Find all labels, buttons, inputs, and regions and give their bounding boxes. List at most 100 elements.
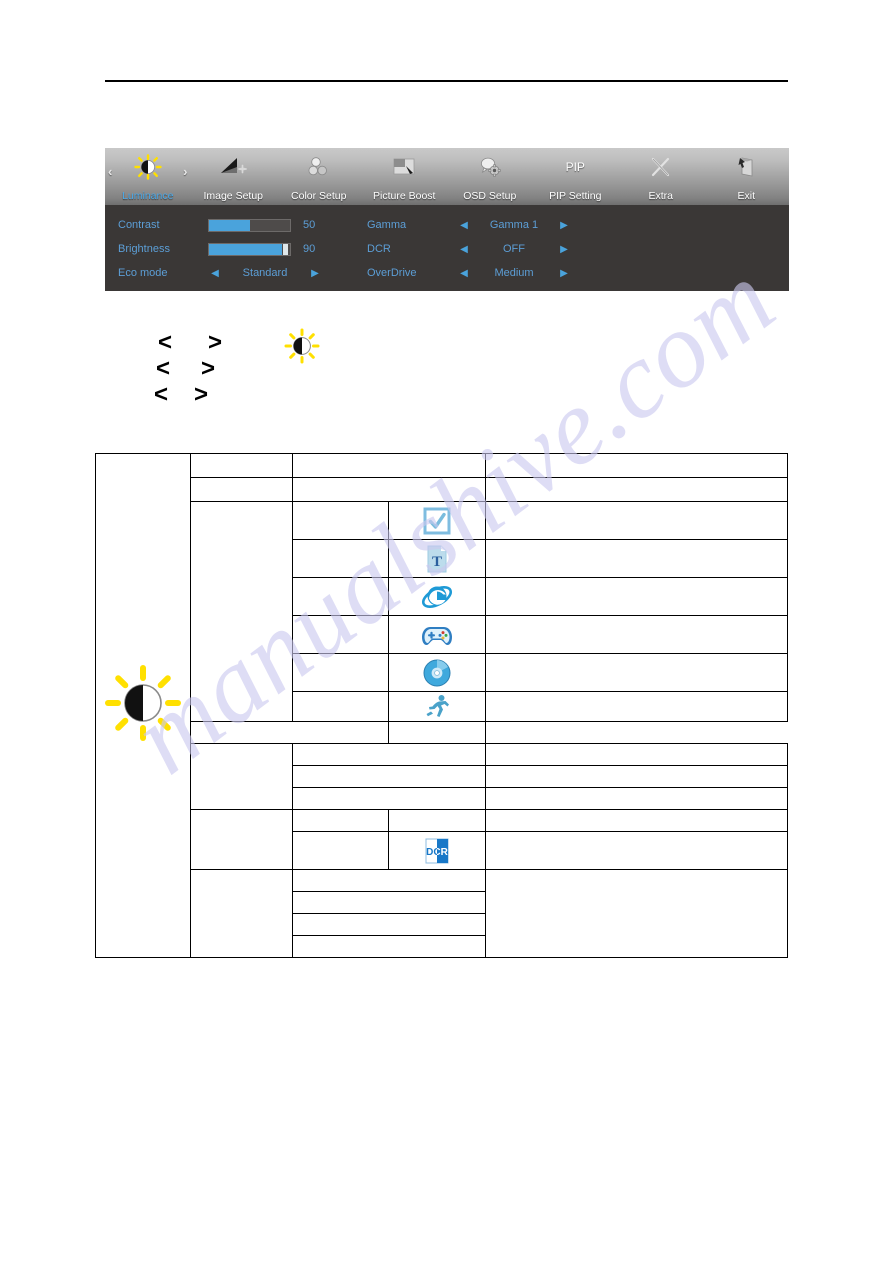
osd-tab-label: PIP Setting <box>549 190 602 202</box>
table-cell <box>292 869 486 892</box>
osd-tab-luminance[interactable]: ‹ › Luminance <box>105 148 191 205</box>
osd-tab-image-setup[interactable]: Image Setup <box>191 148 277 205</box>
setting-label: Gamma <box>367 219 407 231</box>
osd-tab-color-setup[interactable]: Color Setup <box>276 148 362 205</box>
checkbox-check-icon <box>388 501 486 540</box>
table-cell <box>485 615 788 654</box>
table-cell <box>292 743 486 766</box>
extra-tools-icon <box>644 154 678 180</box>
arrow-left-icon[interactable]: ◀ <box>457 268 471 279</box>
table-cell <box>292 653 389 692</box>
setting-value: Standard <box>242 267 288 279</box>
table-row <box>96 809 788 870</box>
sports-runner-icon <box>388 691 486 722</box>
chevron-right-icon[interactable]: › <box>183 164 187 179</box>
nav-arrow-right-icon[interactable]: > <box>208 330 222 356</box>
nav-arrow-right-icon[interactable]: > <box>194 382 208 408</box>
table-cell <box>292 453 486 478</box>
table-cell <box>485 577 788 616</box>
osd-tab-exit[interactable]: Exit <box>704 148 790 205</box>
movie-disc-icon <box>388 653 486 692</box>
table-cell <box>292 615 389 654</box>
setting-value: OFF <box>503 243 525 255</box>
dcr-badge-icon: DCR DCR <box>388 831 486 870</box>
slider-fill <box>209 219 250 231</box>
osd-right-column: Gamma ◀ Gamma 1 ▶ DCR ◀ OFF ▶ OverDrive … <box>367 205 697 285</box>
nav-arrow-left-icon[interactable]: < <box>156 356 170 382</box>
table-cell <box>190 453 293 478</box>
table-cell <box>190 477 293 502</box>
slider-knob[interactable] <box>283 243 288 255</box>
table-row <box>96 477 788 502</box>
color-setup-icon <box>302 154 336 180</box>
table-row <box>96 501 788 722</box>
table-cell <box>292 477 486 502</box>
table-row <box>96 721 788 744</box>
osd-setting-overdrive[interactable]: OverDrive ◀ Medium ▶ <box>367 261 697 285</box>
game-controller-icon <box>388 615 486 654</box>
table-cell <box>190 869 293 958</box>
osd-tab-label: Picture Boost <box>373 190 436 202</box>
table-cell <box>485 809 788 832</box>
setting-label: OverDrive <box>367 267 417 279</box>
table-cell <box>292 765 486 788</box>
table-cell <box>292 831 389 870</box>
table-cell <box>292 787 486 810</box>
brightness-slider[interactable] <box>208 242 291 256</box>
table-cell <box>292 501 389 540</box>
osd-tab-label: Exit <box>737 190 755 202</box>
slider-fill <box>209 243 282 255</box>
nav-arrow-left-icon[interactable]: < <box>154 382 168 408</box>
setting-value: 50 <box>303 219 316 231</box>
table-cell <box>190 501 293 722</box>
image-setup-icon <box>216 154 250 180</box>
brightness-sun-icon <box>131 154 165 180</box>
setting-label: Contrast <box>118 219 160 231</box>
arrow-right-icon[interactable]: ▶ <box>308 268 322 279</box>
svg-text:T: T <box>432 554 442 570</box>
arrow-right-icon[interactable]: ▶ <box>557 220 571 231</box>
arrow-right-icon[interactable]: ▶ <box>557 244 571 255</box>
nav-arrow-left-icon[interactable]: < <box>158 330 172 356</box>
table-row <box>95 453 788 958</box>
table-cell <box>485 653 788 692</box>
exit-door-icon <box>729 154 763 180</box>
luminance-spec-table: T DCR DCR <box>95 453 788 958</box>
chevron-left-icon[interactable]: ‹ <box>108 164 112 179</box>
osd-tab-osd-setup[interactable]: OSD Setup <box>447 148 533 205</box>
osd-setting-dcr[interactable]: DCR ◀ OFF ▶ <box>367 237 697 261</box>
osd-tab-label: Color Setup <box>291 190 347 202</box>
setting-value: 90 <box>303 243 316 255</box>
pip-text-icon: PIP <box>565 160 585 174</box>
table-cell <box>190 721 389 744</box>
osd-tab-extra[interactable]: Extra <box>618 148 704 205</box>
osd-setup-icon <box>473 154 507 180</box>
internet-explorer-icon <box>388 577 486 616</box>
table-cell <box>292 809 389 832</box>
table-cell <box>485 869 788 958</box>
contrast-slider[interactable] <box>208 218 291 232</box>
arrow-right-icon[interactable]: ▶ <box>557 268 571 279</box>
osd-body: Contrast 50 Brightness 90 Eco mode ◀ Sta… <box>105 205 789 291</box>
table-cell <box>292 539 389 578</box>
nav-arrow-right-icon[interactable]: > <box>201 356 215 382</box>
table-cell <box>485 477 788 502</box>
table-cell <box>292 913 486 936</box>
arrow-left-icon[interactable]: ◀ <box>208 268 222 279</box>
osd-tab-label: OSD Setup <box>463 190 517 202</box>
table-cell <box>190 743 293 810</box>
table-cell <box>388 721 486 744</box>
arrow-left-icon[interactable]: ◀ <box>457 244 471 255</box>
arrow-left-icon[interactable]: ◀ <box>457 220 471 231</box>
osd-tab-picture-boost[interactable]: Picture Boost <box>362 148 448 205</box>
osd-setting-gamma[interactable]: Gamma ◀ Gamma 1 ▶ <box>367 213 697 237</box>
table-cell <box>485 453 788 478</box>
osd-tab-label: Luminance <box>122 190 174 202</box>
osd-tab-pip-setting[interactable]: PIP PIP Setting <box>533 148 619 205</box>
brightness-sun-icon <box>105 665 181 745</box>
brightness-sun-icon <box>284 328 320 364</box>
category-icon-cell <box>95 453 191 958</box>
table-cell <box>485 501 788 540</box>
table-row <box>96 743 788 810</box>
table-cell <box>485 765 788 788</box>
